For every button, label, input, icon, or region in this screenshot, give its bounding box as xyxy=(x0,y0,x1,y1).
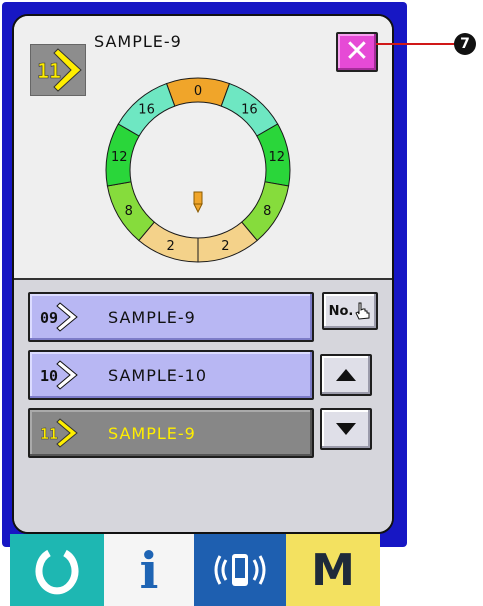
pattern-title: SAMPLE-9 xyxy=(94,32,182,51)
number-select-button[interactable]: No. xyxy=(322,292,378,330)
svg-text:09: 09 xyxy=(40,309,58,327)
pattern-number-11-icon: 11 xyxy=(40,418,78,448)
down-arrow-icon xyxy=(336,423,356,435)
scroll-down-button[interactable] xyxy=(320,408,372,450)
svg-text:11: 11 xyxy=(40,425,58,443)
pattern-preview-area: 11 SAMPLE-9 ✕ 0 16 12 8 2 2 8 12 16 xyxy=(14,16,392,280)
ring-segment-label: 0 xyxy=(194,84,202,99)
current-pattern-icon: 11 xyxy=(30,44,86,96)
communication-button[interactable] xyxy=(194,534,286,606)
info-icon: i xyxy=(139,540,159,600)
close-button[interactable]: ✕ xyxy=(336,32,378,72)
info-button[interactable]: i xyxy=(104,534,194,606)
ring-segment-label: 8 xyxy=(263,204,271,219)
device-screen: 11 SAMPLE-9 ✕ 0 16 12 8 2 2 8 12 16 09 S… xyxy=(2,2,407,547)
communication-icon xyxy=(214,554,266,586)
scroll-up-button[interactable] xyxy=(320,354,372,396)
mode-button[interactable]: M xyxy=(286,534,380,606)
callout-number: 7 xyxy=(454,33,476,55)
pattern-row-name: SAMPLE-9 xyxy=(108,308,196,327)
pattern-number-09-icon: 09 xyxy=(40,302,78,332)
pattern-list-area: 09 SAMPLE-9 10 SAMPLE-10 11 SAMPLE-9 No. xyxy=(14,280,392,532)
current-pattern-number: 11 xyxy=(37,59,61,83)
ring-segment-label: 16 xyxy=(241,103,258,118)
pattern-row-name: SAMPLE-10 xyxy=(108,366,208,385)
stitch-ring: 0 16 12 8 2 2 8 12 16 xyxy=(105,77,291,263)
pattern-row-10[interactable]: 10 SAMPLE-10 xyxy=(28,350,314,400)
bottom-toolbar: i M xyxy=(10,534,380,606)
svg-text:10: 10 xyxy=(40,367,58,385)
pattern-number-10-icon: 10 xyxy=(40,360,78,390)
pattern-row-name: SAMPLE-9 xyxy=(108,424,196,443)
pattern-panel: 11 SAMPLE-9 ✕ 0 16 12 8 2 2 8 12 16 09 S… xyxy=(12,14,394,534)
needle-indicator xyxy=(193,191,203,214)
mode-icon: M xyxy=(311,544,355,596)
pattern-row-11-selected[interactable]: 11 SAMPLE-9 xyxy=(28,408,314,458)
close-icon: ✕ xyxy=(344,34,370,69)
number-select-label: No. xyxy=(328,303,354,319)
ring-segment-label: 8 xyxy=(125,204,133,219)
up-arrow-icon xyxy=(336,369,356,381)
reset-icon xyxy=(35,549,79,595)
reset-button[interactable] xyxy=(10,534,104,606)
ring-segment-label: 12 xyxy=(269,150,286,165)
callout-line xyxy=(376,43,456,45)
ring-segment-label: 2 xyxy=(166,239,174,254)
ring-segment-label: 12 xyxy=(111,150,128,165)
ring-segment-label: 16 xyxy=(138,103,155,118)
pattern-row-09[interactable]: 09 SAMPLE-9 xyxy=(28,292,314,342)
pointing-hand-icon xyxy=(355,302,370,320)
ring-segment-label: 2 xyxy=(221,239,229,254)
